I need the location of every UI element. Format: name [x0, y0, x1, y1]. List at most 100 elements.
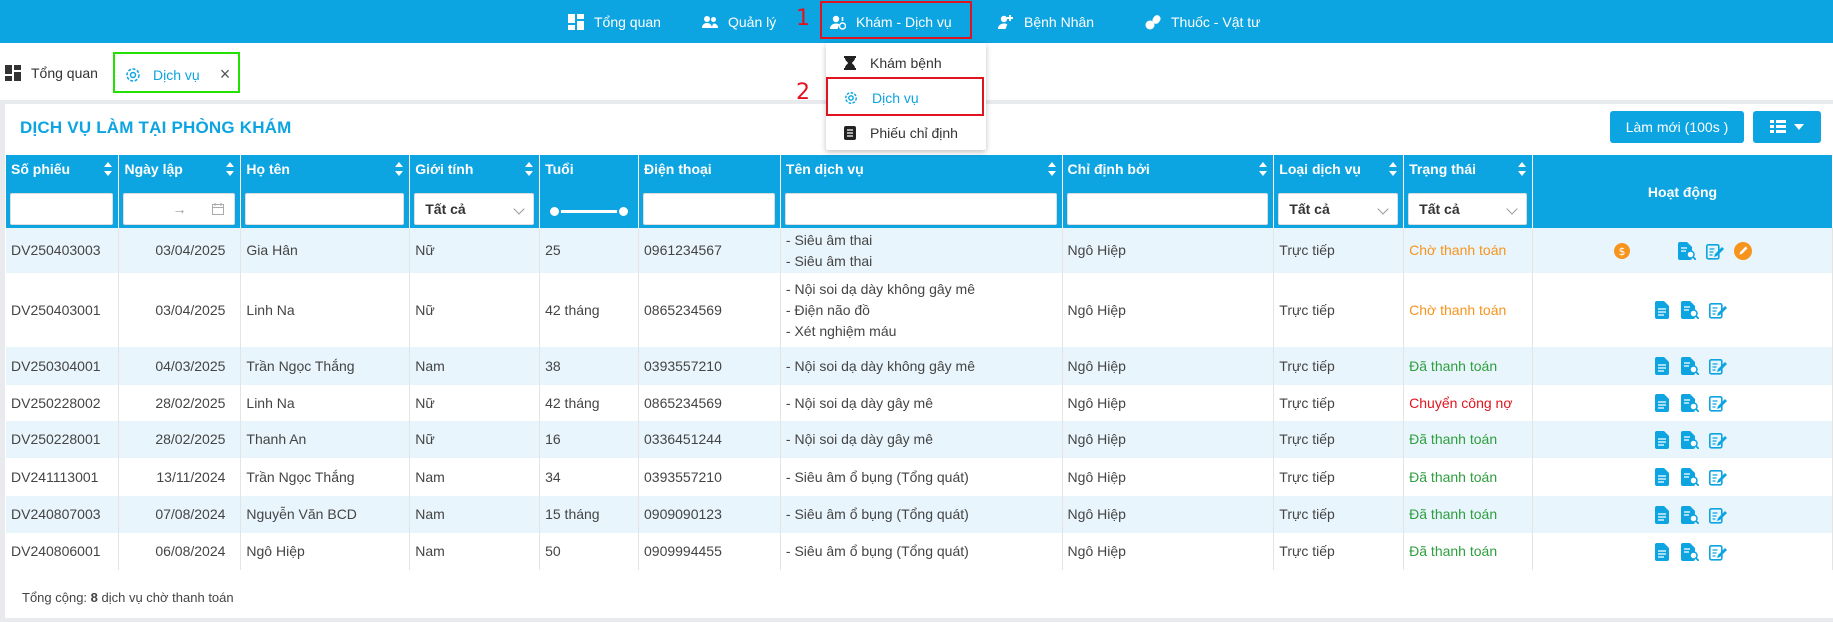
document-search-icon[interactable]: [1681, 505, 1700, 524]
col-header-trang-thai[interactable]: Trạng thái Tất cả: [1403, 155, 1534, 228]
filter-gioi-tinh-select[interactable]: Tất cả: [414, 193, 535, 225]
nav-item-quan-ly[interactable]: Quản lý: [702, 0, 776, 43]
document-search-icon[interactable]: [1681, 468, 1700, 486]
table-row[interactable]: DV241113001 13/11/2024 Trần Ngọc Thắng Nam 3…: [6, 458, 1833, 496]
dashboard-icon: [5, 65, 21, 81]
filter-date-range[interactable]: →: [123, 193, 236, 225]
col-header-ten-dich-vu[interactable]: Tên dịch vụ: [780, 155, 1063, 228]
tab-label: Dịch vụ: [153, 66, 200, 83]
filter-chi-dinh-boi[interactable]: [1066, 193, 1269, 225]
sort-icon[interactable]: [1047, 162, 1056, 176]
edit-document-icon[interactable]: [1709, 468, 1728, 486]
cell-tuoi: 34: [539, 458, 639, 496]
col-header-dien-thoai[interactable]: Điện thoại: [638, 155, 781, 228]
filter-dien-thoai[interactable]: [643, 193, 775, 225]
slider-handle-max[interactable]: [617, 205, 630, 218]
document-icon[interactable]: [1653, 394, 1671, 412]
document-icon[interactable]: [1653, 468, 1671, 486]
cell-so-phieu: DV250228002: [6, 385, 120, 421]
tab-tong-quan[interactable]: Tổng quan: [5, 56, 98, 90]
col-header-tuoi[interactable]: Tuổi: [539, 155, 639, 228]
filter-trang-thai-select[interactable]: Tất cả: [1408, 193, 1528, 225]
cell-dien-thoai: 0865234569: [638, 273, 781, 347]
nav-item-thuoc-vat-tu[interactable]: Thuốc - Vật tư: [1145, 0, 1261, 43]
edit-document-icon[interactable]: [1709, 431, 1728, 449]
col-header-gioi-tinh[interactable]: Giới tính Tất cả: [409, 155, 541, 228]
filter-so-phieu[interactable]: [10, 193, 114, 225]
tab-dich-vu[interactable]: Dịch vụ ×: [113, 52, 240, 93]
sort-icon[interactable]: [525, 162, 534, 176]
edit-document-icon[interactable]: [1709, 543, 1728, 561]
calendar-icon[interactable]: [212, 203, 225, 215]
document-icon[interactable]: [1653, 357, 1671, 375]
edit-document-icon[interactable]: [1709, 506, 1728, 524]
table-row[interactable]: DV250228002 28/02/2025 Linh Na Nữ 42 tháng 08…: [6, 385, 1833, 421]
slider-handle-min[interactable]: [548, 205, 562, 218]
sort-icon[interactable]: [104, 162, 113, 176]
edit-document-icon[interactable]: [1706, 242, 1725, 260]
cell-ten-dich-vu: - Siêu âm thai - Siêu âm thai: [780, 228, 1063, 273]
filter-ten-dich-vu[interactable]: [784, 193, 1057, 225]
column-toggle-button[interactable]: [1753, 111, 1821, 143]
table-row[interactable]: DV240806001 06/08/2024 Ngô Hiệp Nam 50 090999…: [6, 533, 1833, 570]
document-search-icon[interactable]: [1678, 241, 1697, 260]
col-header-ngay-lap[interactable]: Ngày lập →: [118, 155, 242, 228]
nav-item-benh-nhan[interactable]: Bệnh Nhân: [998, 0, 1094, 43]
document-icon[interactable]: [1653, 542, 1671, 561]
age-range-slider[interactable]: [548, 205, 630, 218]
tab-label: Tổng quan: [31, 65, 98, 81]
edit-document-icon[interactable]: [1709, 301, 1728, 319]
cell-dien-thoai: 0393557210: [638, 458, 781, 496]
col-header-chi-dinh-boi[interactable]: Chỉ định bởi: [1062, 155, 1275, 228]
document-search-icon[interactable]: [1681, 430, 1700, 449]
table-row[interactable]: DV250228001 28/02/2025 Thanh An Nữ 16 0336451…: [6, 421, 1833, 458]
sort-icon[interactable]: [226, 162, 235, 176]
cell-chi-dinh-boi: Ngô Hiệp: [1062, 496, 1275, 533]
cell-chi-dinh-boi: Ngô Hiệp: [1062, 385, 1275, 421]
footer-count: 8: [90, 590, 98, 605]
cell-ngay-lap: 13/11/2024: [118, 458, 242, 496]
cell-gioi-tinh: Nam: [409, 347, 541, 385]
cell-hoat-dong: [1532, 496, 1833, 533]
col-header-loai-dich-vu[interactable]: Loại dịch vụ Tất cả: [1273, 155, 1405, 228]
dropdown-item-kham-benh[interactable]: Khám bệnh: [826, 45, 986, 80]
cell-trang-thai: Đã thanh toán: [1403, 496, 1534, 533]
document-search-icon[interactable]: [1681, 357, 1700, 375]
document-search-icon[interactable]: [1681, 301, 1700, 319]
dropdown-item-phieu-chi-dinh[interactable]: Phiếu chỉ định: [826, 115, 986, 150]
cell-ten-dich-vu: - Nội soi dạ dày gây mê: [780, 421, 1063, 458]
sort-icon[interactable]: [1518, 162, 1527, 176]
edit-document-icon[interactable]: [1709, 357, 1728, 375]
cell-hoat-dong: [1532, 273, 1833, 347]
cell-loai-dich-vu: Trực tiếp: [1273, 347, 1405, 385]
cell-ngay-lap: 06/08/2024: [118, 533, 242, 570]
cell-ngay-lap: 03/04/2025: [118, 273, 242, 347]
col-header-ho-ten[interactable]: Họ tên: [240, 155, 411, 228]
document-search-icon[interactable]: [1681, 394, 1700, 412]
caret-down-icon: [1794, 124, 1804, 130]
sort-icon[interactable]: [1389, 162, 1398, 176]
table-row[interactable]: DV250403001 03/04/2025 Linh Na Nữ 42 tháng 08…: [6, 273, 1833, 347]
pencil-icon[interactable]: [1734, 241, 1753, 260]
sort-icon[interactable]: [1259, 162, 1268, 176]
filter-ho-ten[interactable]: [245, 193, 405, 225]
sort-icon[interactable]: [395, 162, 404, 176]
document-icon[interactable]: [1653, 505, 1671, 524]
cell-loai-dich-vu: Trực tiếp: [1273, 273, 1405, 347]
document-icon[interactable]: [1653, 301, 1671, 319]
payment-icon[interactable]: $: [1613, 242, 1631, 260]
document-icon[interactable]: [1653, 430, 1671, 449]
col-header-so-phieu[interactable]: Số phiếu: [6, 155, 120, 228]
table-row[interactable]: DV250403003 03/04/2025 Gia Hân Nữ 25 09612345…: [6, 228, 1833, 273]
cell-ngay-lap: 07/08/2024: [118, 496, 242, 533]
cell-ho-ten: Nguyễn Văn BCD: [240, 496, 411, 533]
table-row[interactable]: DV240807003 07/08/2024 Nguyễn Văn BCD Nam 15…: [6, 496, 1833, 533]
filter-loai-dich-vu-select[interactable]: Tất cả: [1278, 193, 1399, 225]
refresh-button[interactable]: Làm mới (100s ): [1610, 111, 1744, 143]
close-icon[interactable]: ×: [220, 64, 231, 85]
cell-trang-thai: Chờ thanh toán: [1403, 228, 1534, 273]
nav-item-tong-quan[interactable]: Tổng quan: [568, 0, 661, 43]
edit-document-icon[interactable]: [1709, 394, 1728, 412]
document-search-icon[interactable]: [1681, 542, 1700, 561]
table-row[interactable]: DV250304001 04/03/2025 Trần Ngọc Thắng Nam 3…: [6, 347, 1833, 385]
